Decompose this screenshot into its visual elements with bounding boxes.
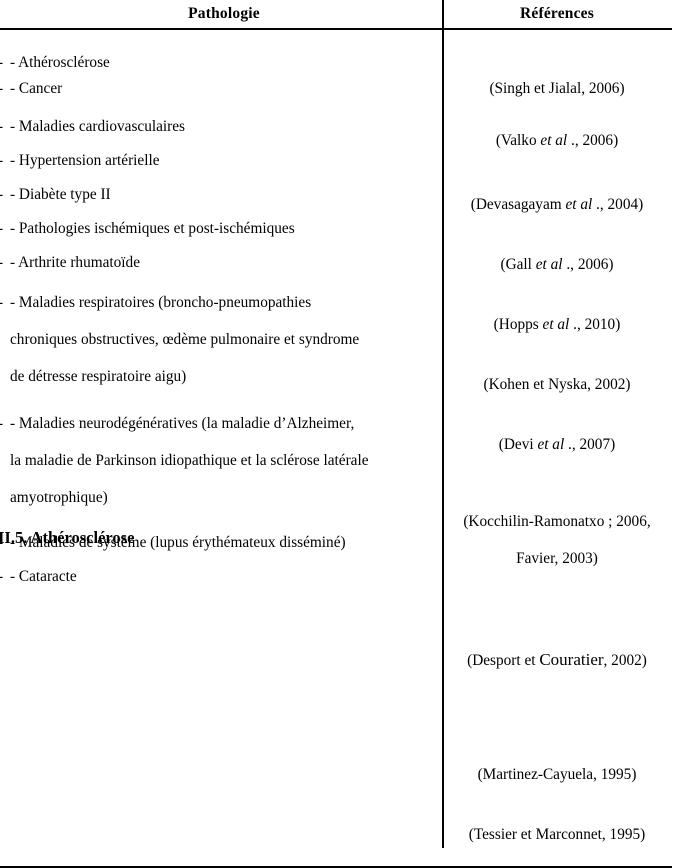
reference-et-al: et al bbox=[565, 196, 593, 213]
list-item: - Cancer bbox=[0, 76, 442, 102]
reference-et-al: et al bbox=[540, 132, 568, 149]
reference-suffix: ., 2006) bbox=[567, 132, 619, 149]
list-item: - Athérosclérose bbox=[0, 50, 442, 76]
reference-author-name: Couratier bbox=[539, 650, 604, 669]
list-item: (Kocchilin-Ramonatxo ; 2006, Favier, 200… bbox=[446, 466, 668, 577]
table-body-row: - Athérosclérose - Cancer - Maladies car… bbox=[0, 30, 672, 848]
list-item: (Tessier et Marconnet, 1995) bbox=[446, 796, 668, 848]
list-item: (Martinez-Cayuela, 1995) bbox=[446, 736, 668, 788]
header-cell-pathology: Pathologie bbox=[0, 0, 442, 28]
document-page: Pathologie Références - Athérosclérose -… bbox=[0, 0, 681, 868]
list-item: (Valko et al ., 2006) bbox=[446, 102, 668, 154]
list-item: (Devasagayam et al ., 2004) bbox=[446, 166, 668, 218]
reference-text: (Martinez-Cayuela, 1995) bbox=[477, 766, 637, 783]
column-header-pathology-label: Pathologie bbox=[188, 5, 260, 22]
reference-suffix: ., 2007) bbox=[564, 436, 616, 453]
reference-et-al: et al bbox=[535, 256, 563, 273]
reference-prefix: (Valko bbox=[495, 132, 541, 149]
list-item: - Maladies respiratoires (broncho-pneumo… bbox=[0, 284, 442, 395]
list-item: - Diabète type II bbox=[0, 182, 442, 208]
reference-column: (Singh et Jialal, 2006) (Valko et al ., … bbox=[442, 30, 672, 848]
reference-list: (Singh et Jialal, 2006) (Valko et al ., … bbox=[446, 50, 668, 848]
list-item: - Pathologies ischémiques et post-ischém… bbox=[0, 216, 442, 242]
list-item: - Hypertension artérielle bbox=[0, 148, 442, 174]
list-item: - Maladies neurodégénératives (la maladi… bbox=[0, 405, 442, 516]
reference-prefix: (Devasagayam bbox=[470, 196, 566, 213]
reference-text: (Tessier et Marconnet, 1995) bbox=[468, 826, 646, 843]
list-item: (Kohen et Nyska, 2002) bbox=[446, 346, 668, 398]
reference-suffix: ., 2006) bbox=[562, 256, 614, 273]
header-cell-references: Références bbox=[442, 0, 672, 28]
list-item: (Singh et Jialal, 2006) bbox=[446, 50, 668, 102]
list-item: (Hopps et al ., 2010) bbox=[446, 286, 668, 338]
table-header-row: Pathologie Références bbox=[0, 0, 672, 28]
reference-suffix: , 2002) bbox=[603, 652, 647, 669]
list-item: (Desport et Couratier, 2002) bbox=[446, 621, 668, 674]
section-heading: II.5. Athérosclérose bbox=[0, 528, 135, 547]
reference-prefix: (Gall bbox=[500, 256, 536, 273]
list-item: - Maladies cardiovasculaires bbox=[0, 114, 442, 140]
reference-et-al: et al bbox=[537, 436, 565, 453]
column-header-references-label: Références bbox=[519, 5, 594, 22]
reference-et-al: et al bbox=[542, 316, 570, 333]
reference-text: (Kohen et Nyska, 2002) bbox=[483, 376, 631, 393]
reference-prefix: (Hopps bbox=[493, 316, 543, 333]
reference-prefix: (Devi bbox=[498, 436, 538, 453]
reference-suffix: ., 2010) bbox=[569, 316, 621, 333]
pathologies-references-table: Pathologie Références - Athérosclérose -… bbox=[0, 0, 672, 868]
list-item: (Devi et al ., 2007) bbox=[446, 406, 668, 458]
list-item: (Gall et al ., 2006) bbox=[446, 226, 668, 278]
pathology-column: - Athérosclérose - Cancer - Maladies car… bbox=[0, 30, 442, 848]
reference-prefix: (Desport et bbox=[467, 652, 540, 669]
reference-text: (Kocchilin-Ramonatxo ; 2006, Favier, 200… bbox=[463, 513, 651, 567]
list-item: - Arthrite rhumatoïde bbox=[0, 250, 442, 276]
reference-text: (Singh et Jialal, 2006) bbox=[489, 80, 625, 97]
pathology-list: - Athérosclérose - Cancer - Maladies car… bbox=[0, 50, 442, 590]
reference-suffix: ., 2004) bbox=[592, 196, 644, 213]
list-item: - Cataracte bbox=[0, 564, 442, 590]
